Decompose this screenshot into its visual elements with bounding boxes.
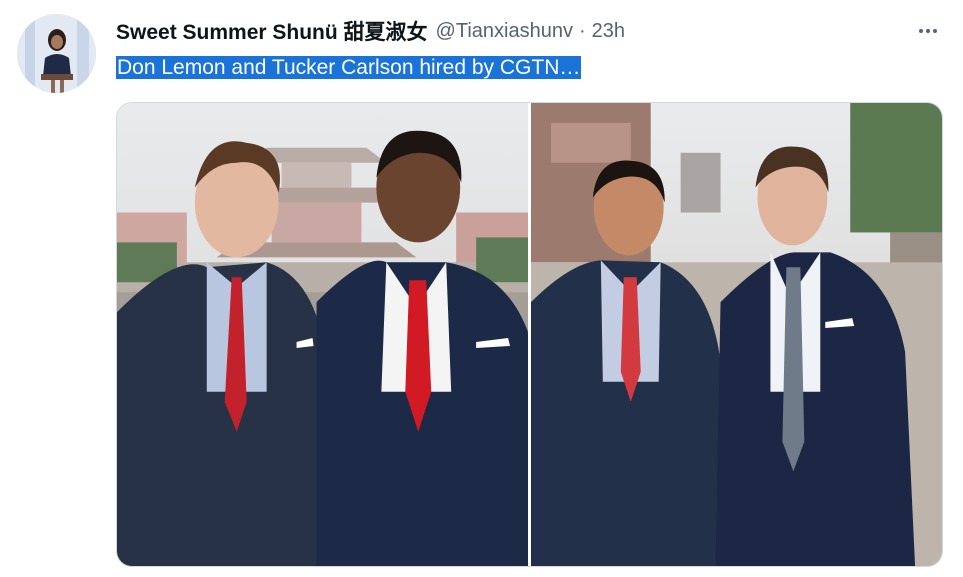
photo-2[interactable] <box>531 103 942 566</box>
tweet-text: Don Lemon and Tucker Carlson hired by CG… <box>116 55 582 81</box>
photo-1-image <box>117 103 528 566</box>
media-grid <box>116 102 943 567</box>
separator-dot: · <box>578 19 586 42</box>
ellipsis-icon <box>919 29 923 33</box>
tweet-header: Sweet Summer Shunü 甜夏淑女 @Tianxiashunv · … <box>116 14 943 48</box>
photo-2-image <box>531 103 942 566</box>
more-options-button[interactable] <box>913 16 943 46</box>
user-handle[interactable]: @Tianxiashunv <box>436 20 573 43</box>
timestamp[interactable]: 23h <box>592 20 625 43</box>
profile-photo <box>17 14 96 93</box>
avatar[interactable] <box>17 14 96 93</box>
display-name[interactable]: Sweet Summer Shunü 甜夏淑女 <box>116 16 428 46</box>
tweet-text-selected: Don Lemon and Tucker Carlson hired by CG… <box>116 56 582 79</box>
photo-1[interactable] <box>117 103 528 566</box>
